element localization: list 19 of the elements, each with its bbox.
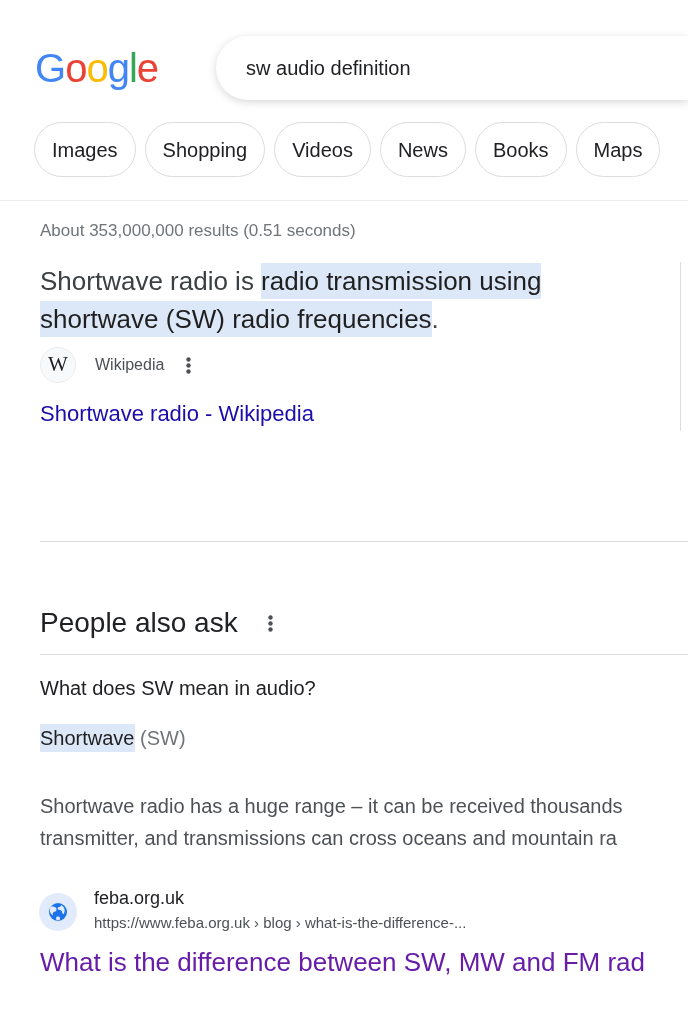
more-options-icon <box>186 356 192 374</box>
more-options-button[interactable] <box>186 356 192 374</box>
result-link[interactable]: What is the difference between SW, MW and FM rad <box>40 945 645 979</box>
search-field[interactable]: sw audio definition <box>216 36 688 100</box>
results-count: About 353,000,000 results (0.51 seconds) <box>40 220 356 242</box>
section-title: People also ask <box>40 606 238 640</box>
answer-text: Shortwave (SW) <box>40 724 186 752</box>
more-options-icon <box>267 614 273 632</box>
more-options-button[interactable] <box>267 614 273 632</box>
snippet-line: Shortwave radio has a huge range – it can be received thousands <box>40 794 623 819</box>
result-link[interactable]: Shortwave radio - Wikipedia <box>40 399 314 429</box>
site-name: feba.org.uk <box>94 887 185 909</box>
question-text[interactable]: What does SW mean in audio? <box>40 674 316 702</box>
logo-text[interactable]: Google <box>35 44 158 92</box>
site-logo: W <box>40 347 76 383</box>
globe-icon <box>39 893 77 931</box>
source-name: Wikipedia <box>95 355 165 375</box>
snippet-line: transmitter, and transmissions can cross oceans and mountain ra <box>40 826 617 851</box>
site-url: https://www.feba.org.uk › blog › what-is-the-difference-... <box>94 913 467 933</box>
